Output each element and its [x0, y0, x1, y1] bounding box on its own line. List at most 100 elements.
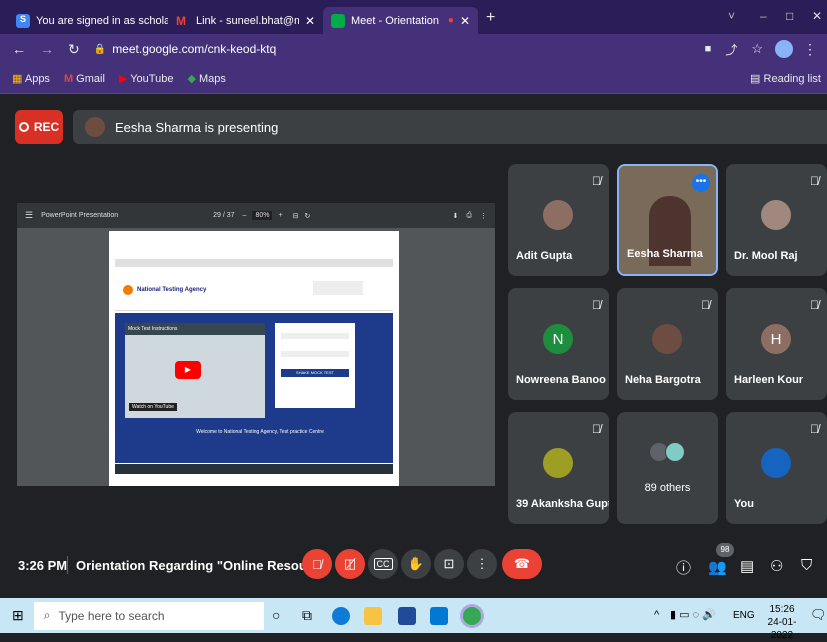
- search-icon: ⌕: [43, 608, 51, 622]
- task-view-icon[interactable]: ⧉: [302, 607, 312, 624]
- s-icon: S: [16, 13, 30, 28]
- mail-icon[interactable]: [430, 607, 448, 625]
- chrome-icon[interactable]: [463, 607, 481, 625]
- participant-tile-active-speaker[interactable]: ••• Eesha Sharma: [617, 164, 718, 276]
- edge-icon[interactable]: [332, 607, 350, 625]
- meeting-info-icon[interactable]: ⓘ: [676, 557, 691, 578]
- taskbar-search-input[interactable]: ⌕ Type here to search: [33, 601, 264, 630]
- avatar: [761, 448, 791, 478]
- clock[interactable]: 15:26 24-01-2022: [760, 603, 804, 642]
- participant-tile-others[interactable]: 89 others: [617, 412, 718, 524]
- participant-tile[interactable]: 🎙̸ Neha Bargotra: [617, 288, 718, 400]
- camera-toggle-button[interactable]: ◫̸: [335, 549, 365, 579]
- people-icon[interactable]: 👥: [708, 558, 727, 576]
- url-field[interactable]: meet.google.com/cnk-keod-ktq: [112, 42, 276, 56]
- mic-off-icon: 🎙̸: [810, 174, 819, 188]
- avatar: N: [543, 324, 573, 354]
- end-call-button[interactable]: ☎: [502, 549, 542, 579]
- fit-page-icon[interactable]: ⊟: [293, 212, 299, 220]
- bookmark-gmail[interactable]: M Gmail: [64, 73, 105, 85]
- youtube-icon: ▶: [118, 73, 128, 85]
- gmail-icon: M: [176, 13, 186, 28]
- recording-dot-icon: ●: [447, 15, 454, 26]
- minimize-button[interactable]: –: [760, 9, 767, 23]
- menu-icon[interactable]: ☰: [25, 210, 33, 221]
- restore-button[interactable]: □: [786, 9, 793, 23]
- cortana-icon[interactable]: ○: [272, 607, 280, 623]
- mic-off-icon: 🎙̸: [312, 556, 322, 572]
- participant-tile-self[interactable]: 🎙̸ You: [726, 412, 827, 524]
- mic-off-icon: 🎙̸: [701, 298, 710, 312]
- raise-hand-button[interactable]: ✋: [401, 549, 431, 579]
- language-indicator[interactable]: ENG: [733, 610, 755, 621]
- store-icon[interactable]: [398, 607, 416, 625]
- reading-list-icon: ▤: [750, 73, 761, 85]
- file-explorer-icon[interactable]: [364, 607, 382, 625]
- tab-signed-in[interactable]: S You are signed in as scholar1 ✕: [8, 7, 168, 34]
- slide-taskbar: [115, 464, 393, 474]
- back-icon[interactable]: ←: [12, 41, 26, 57]
- captions-button[interactable]: CC: [368, 549, 398, 579]
- captions-icon: CC: [373, 558, 393, 570]
- zoom-in-icon[interactable]: +: [278, 212, 282, 219]
- apps-grid-icon: ▦: [12, 73, 23, 85]
- bookmark-youtube[interactable]: ▶ YouTube: [119, 72, 174, 85]
- record-icon: [18, 122, 29, 132]
- nta-logo: [123, 285, 133, 295]
- rotate-icon[interactable]: ↻: [304, 212, 310, 220]
- tray-icons[interactable]: ▮ ▭ ◌ 🔊: [670, 608, 716, 621]
- slide-select: [281, 351, 349, 357]
- slide-page: National Testing Agency Mock Test Instru…: [109, 231, 399, 486]
- show-hidden-icons[interactable]: ^: [654, 609, 659, 621]
- slide-select: [281, 333, 349, 339]
- activities-icon[interactable]: ⚇: [770, 557, 783, 575]
- forward-icon[interactable]: →: [40, 41, 54, 57]
- divider: [67, 556, 68, 574]
- tab-gmail[interactable]: M Link - suneel.bhat@miercollege.i ✕: [168, 7, 323, 34]
- share-icon[interactable]: ⤴: [725, 41, 737, 58]
- participant-tile[interactable]: 🎙̸ H Harleen Kour: [726, 288, 827, 400]
- windows-start-icon[interactable]: ⊞: [12, 607, 24, 624]
- zoom-out-icon[interactable]: –: [243, 212, 247, 219]
- download-icon[interactable]: ⬇: [453, 212, 459, 220]
- browser-tab-strip: S You are signed in as scholar1 ✕ M Link…: [0, 0, 827, 34]
- present-button[interactable]: ⊡: [434, 549, 464, 579]
- mic-off-icon: 🎙̸: [592, 174, 601, 188]
- bookmark-maps[interactable]: ◆ Maps: [187, 72, 225, 85]
- participant-tile[interactable]: 🎙̸ 39 Akanksha Gupta: [508, 412, 609, 524]
- participant-tile[interactable]: 🎙̸ N Nowreena Banoo: [508, 288, 609, 400]
- participant-tile[interactable]: 🎙̸ Dr. Mool Raj: [726, 164, 827, 276]
- participant-count-badge: 98: [716, 543, 734, 557]
- print-icon[interactable]: ⎙: [466, 212, 472, 220]
- profile-avatar[interactable]: [775, 40, 793, 58]
- pdf-toolbar: ☰ PowerPoint Presentation 29 / 37 – 80% …: [17, 203, 495, 228]
- notification-icon[interactable]: 🗨: [810, 607, 827, 623]
- tab-meet[interactable]: Meet - Orientation Regardin ● ✕: [323, 7, 478, 34]
- presentation-view: ☰ PowerPoint Presentation 29 / 37 – 80% …: [17, 203, 495, 486]
- avatar: [665, 442, 685, 462]
- slide-banner: Mock Test Instructions ▶ Watch on YouTub…: [115, 313, 393, 463]
- bookmarks-bar: ▦ Apps M Gmail ▶ YouTube ◆ Maps ▤ Readin…: [0, 64, 827, 94]
- new-tab-button[interactable]: +: [486, 9, 495, 27]
- close-icon[interactable]: ✕: [460, 14, 470, 28]
- tab-search-icon[interactable]: ˅: [728, 9, 735, 23]
- menu-dots-icon[interactable]: ⋮: [803, 41, 817, 58]
- more-icon[interactable]: ⋮: [480, 212, 487, 220]
- close-window-button[interactable]: ✕: [812, 9, 822, 23]
- reading-list-button[interactable]: ▤ Reading list: [750, 72, 821, 85]
- slide-browser-chrome: [115, 259, 393, 267]
- mic-toggle-button[interactable]: 🎙̸: [302, 549, 332, 579]
- close-icon[interactable]: ✕: [305, 14, 315, 28]
- bookmark-apps[interactable]: ▦ Apps: [12, 72, 50, 85]
- camera-indicator-icon[interactable]: ■: [705, 43, 712, 55]
- chat-icon[interactable]: ▤: [740, 557, 754, 575]
- more-options-button[interactable]: ⋮: [467, 549, 497, 579]
- recording-badge[interactable]: REC: [15, 110, 63, 144]
- speaking-indicator-icon: •••: [692, 174, 710, 192]
- participant-tile[interactable]: 🎙̸ Adit Gupta: [508, 164, 609, 276]
- gmail-icon: M: [63, 72, 74, 85]
- bookmark-star-icon[interactable]: ☆: [751, 41, 763, 57]
- reload-icon[interactable]: ↻: [68, 41, 80, 58]
- shiksha-logo: [313, 281, 363, 295]
- host-controls-icon[interactable]: ⛉: [801, 557, 812, 574]
